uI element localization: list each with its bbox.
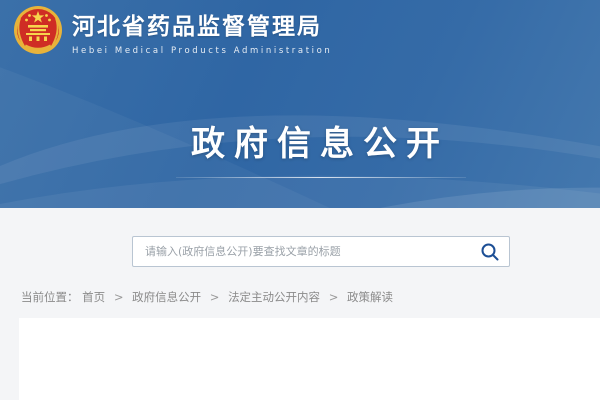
breadcrumb-item-policy-interpretation[interactable]: 政策解读 [347, 290, 393, 304]
page-banner: 河北省药品监督管理局 Hebei Medical Products Admini… [0, 0, 600, 208]
brand-text: 河北省药品监督管理局 Hebei Medical Products Admini… [72, 2, 332, 56]
search-icon [480, 242, 500, 262]
breadcrumb: 当前位置： 首页 > 政府信息公开 > 法定主动公开内容 > 政策解读 [21, 289, 393, 305]
breadcrumb-item-home[interactable]: 首页 [82, 290, 105, 304]
breadcrumb-item-gov-info[interactable]: 政府信息公开 [132, 290, 201, 304]
site-brand: 河北省药品监督管理局 Hebei Medical Products Admini… [13, 2, 332, 58]
breadcrumb-separator: > [329, 290, 339, 304]
org-name-en: Hebei Medical Products Administration [72, 46, 332, 56]
search-box [132, 236, 510, 267]
national-emblem-icon [13, 2, 63, 58]
document-info-panel: 索引号 FGWJ-2024-10009 主题分类 法规文件 / 政策解读 标题 … [19, 318, 600, 400]
breadcrumb-item-statutory-disclosure[interactable]: 法定主动公开内容 [228, 290, 320, 304]
breadcrumb-separator: > [210, 290, 220, 304]
breadcrumb-separator: > [114, 290, 124, 304]
page: { "header": { "org_name_zh": "河北省药品监督管理局… [0, 0, 600, 400]
banner-title-underline [176, 177, 466, 178]
search-input[interactable] [133, 237, 509, 266]
org-name-zh: 河北省药品监督管理局 [72, 14, 332, 42]
search-button[interactable] [480, 242, 500, 262]
banner-title: 政府信息公开 [40, 116, 600, 165]
breadcrumb-prefix: 当前位置： [21, 290, 79, 304]
